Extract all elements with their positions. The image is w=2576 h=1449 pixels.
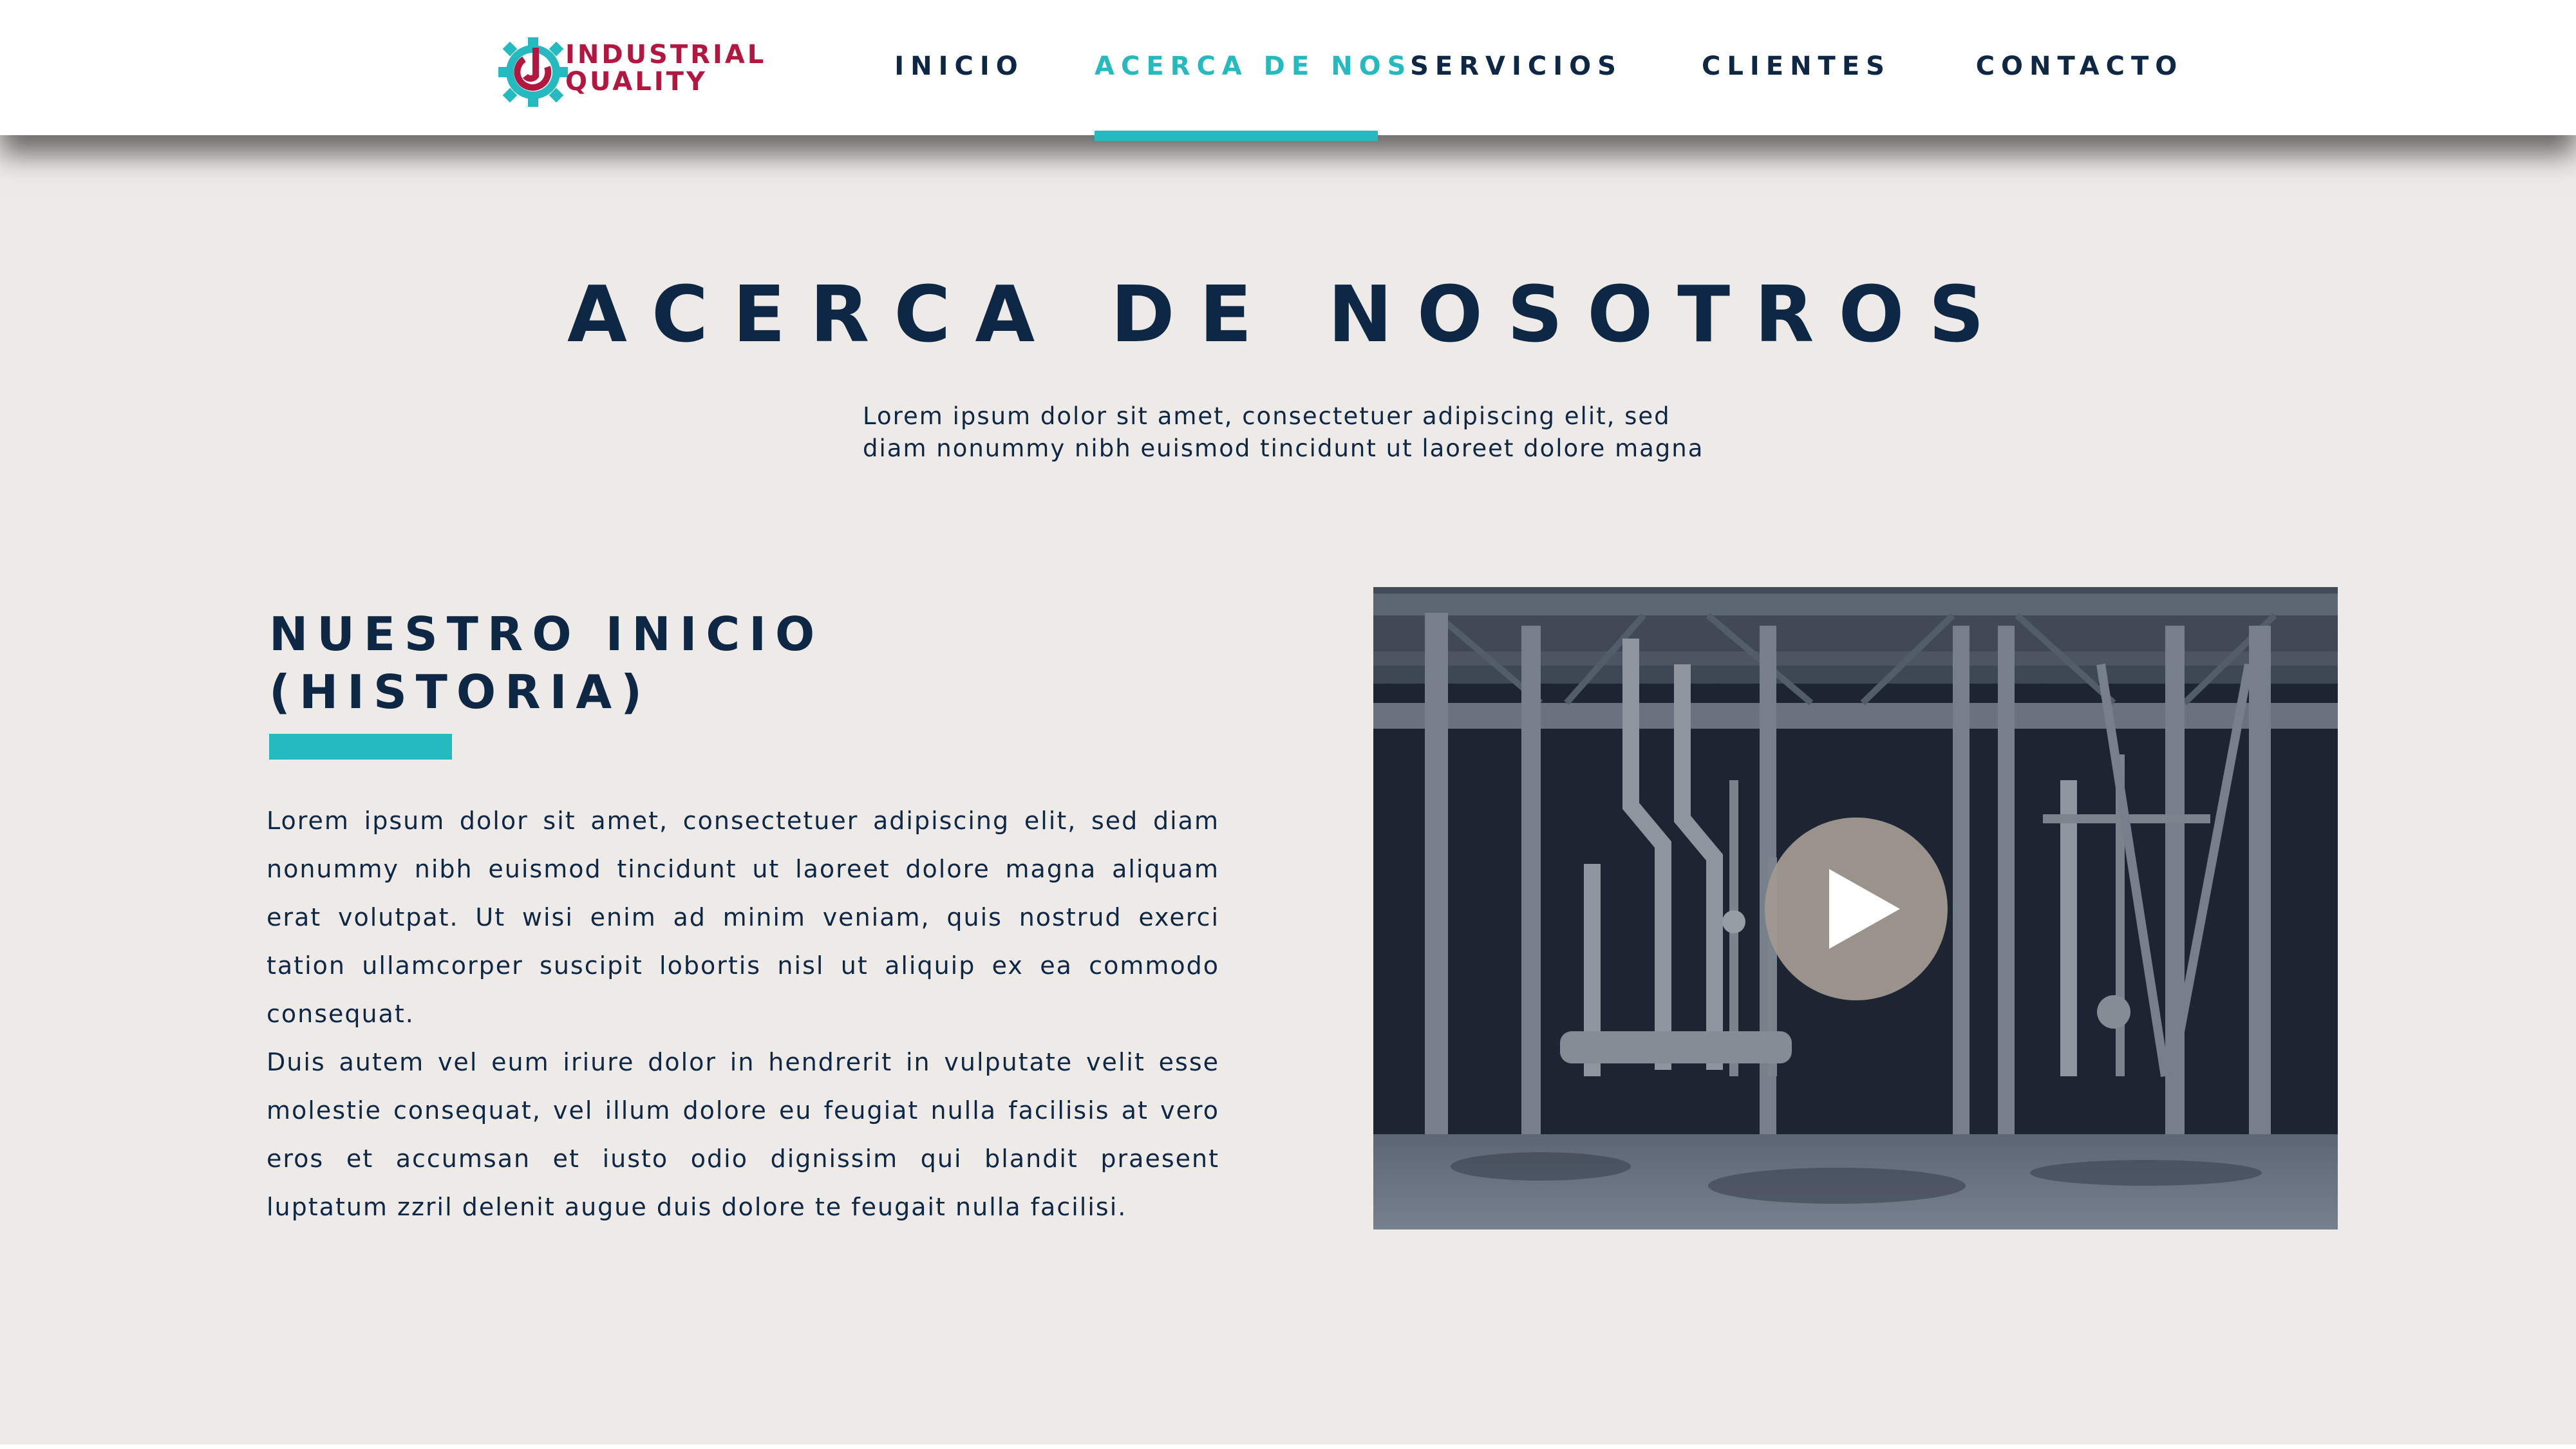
brand-line-2: QUALITY — [565, 67, 708, 97]
brand-line-1: INDUSTRIAL — [565, 40, 767, 70]
page-title: ACERCA DE NOSOTROS — [567, 270, 2009, 360]
history-paragraph-1: Lorem ipsum dolor sit amet, consectetuer… — [267, 807, 1219, 1028]
active-tab-indicator — [1095, 131, 1378, 141]
nav-item-acerca-de-nos[interactable]: ACERCA DE NOS — [1095, 51, 1406, 90]
brand-wordmark: INDUSTRIAL QUALITY — [565, 41, 766, 95]
brand-logo[interactable]: INDUSTRIAL QUALITY — [496, 33, 766, 111]
nav-item-inicio[interactable]: INICIO — [863, 51, 1056, 90]
page-bottom-divider — [0, 1444, 2576, 1449]
page-subtitle: Lorem ipsum dolor sit amet, consectetuer… — [863, 400, 1725, 465]
video-player[interactable] — [1373, 587, 2338, 1229]
subtitle-line-2: diam nonummy nibh euismod tincidunt ut l… — [863, 435, 1704, 462]
history-heading-line-1: NUESTRO INICIO — [269, 607, 824, 661]
subtitle-line-1: Lorem ipsum dolor sit amet, consectetuer… — [863, 402, 1671, 430]
heading-accent-bar — [269, 734, 452, 760]
top-navbar: INDUSTRIAL QUALITY INICIO ACERCA DE NOS … — [0, 0, 2576, 135]
gear-logo-icon — [498, 37, 568, 107]
nav-item-clientes[interactable]: CLIENTES — [1687, 51, 1906, 90]
history-heading-line-2: (HISTORIA) — [269, 665, 651, 719]
nav-item-servicios[interactable]: SERVICIOS — [1404, 51, 1629, 90]
nav-item-contacto[interactable]: CONTACTO — [1970, 51, 2189, 90]
play-button[interactable] — [1765, 818, 1948, 1000]
play-icon — [1829, 869, 1900, 949]
history-paragraph-2: Duis autem vel eum iriure dolor in hendr… — [267, 1048, 1219, 1221]
history-heading: NUESTRO INICIO (HISTORIA) — [269, 605, 977, 721]
